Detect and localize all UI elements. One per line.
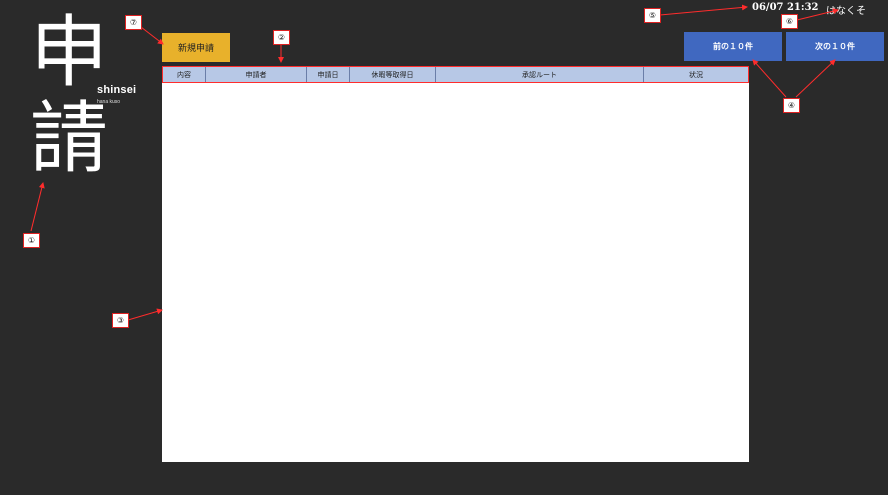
annotation-marker-1: ① [23, 233, 40, 248]
arrow-4a [752, 59, 787, 98]
arrow-7 [140, 26, 164, 45]
next-page-button[interactable]: 次の１０件 [786, 32, 884, 61]
new-application-button[interactable]: 新規申請 [162, 33, 230, 62]
prev-page-button[interactable]: 前の１０件 [684, 32, 782, 61]
column-header-content[interactable]: 内容 [163, 67, 206, 82]
arrow-3 [127, 308, 163, 321]
annotation-marker-5: ⑤ [644, 8, 661, 23]
column-header-apply-date[interactable]: 申請日 [307, 67, 350, 82]
user-name: はなくそ [826, 6, 866, 17]
arrow-1 [30, 182, 45, 232]
column-header-leave-date[interactable]: 休暇等取得日 [350, 67, 436, 82]
annotation-marker-4: ④ [783, 98, 800, 113]
logo-char-shin: 申 [30, 8, 109, 98]
annotation-marker-3: ③ [112, 313, 129, 328]
logo-subtext: hana kuso [97, 99, 121, 105]
table-header: 内容 申請者 申請日 休暇等取得日 承認ルート 状況 [162, 66, 749, 83]
arrow-4b [795, 59, 836, 98]
annotation-marker-2: ② [273, 30, 290, 45]
annotation-marker-6: ⑥ [781, 14, 798, 29]
column-header-status[interactable]: 状況 [644, 67, 748, 82]
logo-char-sei: 請 [30, 94, 109, 184]
current-datetime: 06/07 21:32 [752, 2, 819, 13]
column-header-approval-route[interactable]: 承認ルート [436, 67, 644, 82]
column-header-applicant[interactable]: 申請者 [206, 67, 307, 82]
arrow-5 [659, 4, 748, 16]
application-table: 内容 申請者 申請日 休暇等取得日 承認ルート 状況 [162, 66, 749, 462]
annotation-marker-7: ⑦ [125, 15, 142, 30]
logo-romaji: shinsei [97, 84, 137, 96]
